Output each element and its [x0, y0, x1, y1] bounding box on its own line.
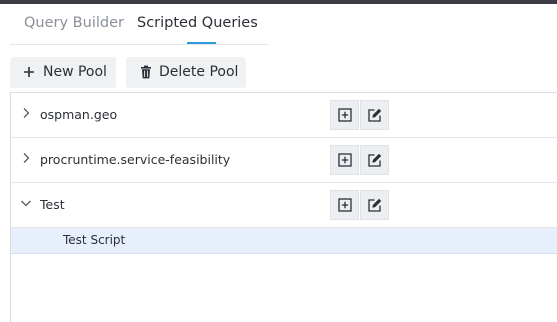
pool-row[interactable]: procruntime.service-feasibility — [11, 138, 557, 183]
chevron-right-icon[interactable] — [20, 152, 32, 164]
plus-square-icon — [338, 153, 352, 167]
delete-pool-button[interactable]: Delete Pool — [126, 57, 246, 88]
new-pool-button[interactable]: New Pool — [10, 57, 116, 88]
active-tab-indicator — [187, 42, 216, 44]
edit-icon — [368, 198, 382, 212]
plus-icon — [24, 67, 34, 77]
tab-query-builder[interactable]: Query Builder — [24, 14, 124, 32]
pool-label: procruntime.service-feasibility — [40, 152, 231, 167]
chevron-right-icon[interactable] — [20, 107, 32, 119]
trash-icon — [141, 65, 151, 79]
edit-pool-button[interactable] — [360, 100, 389, 130]
script-label: Test Script — [63, 233, 126, 247]
new-pool-label: New Pool — [43, 64, 107, 80]
delete-pool-label: Delete Pool — [159, 64, 239, 80]
edit-pool-button[interactable] — [360, 145, 389, 175]
pool-label: ospman.geo — [40, 107, 118, 122]
pool-tree: ospman.geo procruntime.service-feasibili… — [10, 92, 557, 322]
edit-icon — [368, 108, 382, 122]
pool-row[interactable]: Test — [11, 183, 557, 228]
edit-pool-button[interactable] — [360, 190, 389, 220]
add-script-button[interactable] — [330, 100, 359, 130]
plus-square-icon — [338, 198, 352, 212]
script-row-selected[interactable]: Test Script — [11, 228, 557, 254]
add-script-button[interactable] — [330, 190, 359, 220]
pool-row[interactable]: ospman.geo — [11, 93, 557, 138]
plus-square-icon — [338, 108, 352, 122]
tab-scripted-queries[interactable]: Scripted Queries — [137, 14, 258, 32]
pool-label: Test — [40, 197, 65, 212]
chevron-down-icon[interactable] — [20, 197, 32, 209]
edit-icon — [368, 153, 382, 167]
tab-bar: Query Builder Scripted Queries — [10, 4, 269, 45]
add-script-button[interactable] — [330, 145, 359, 175]
